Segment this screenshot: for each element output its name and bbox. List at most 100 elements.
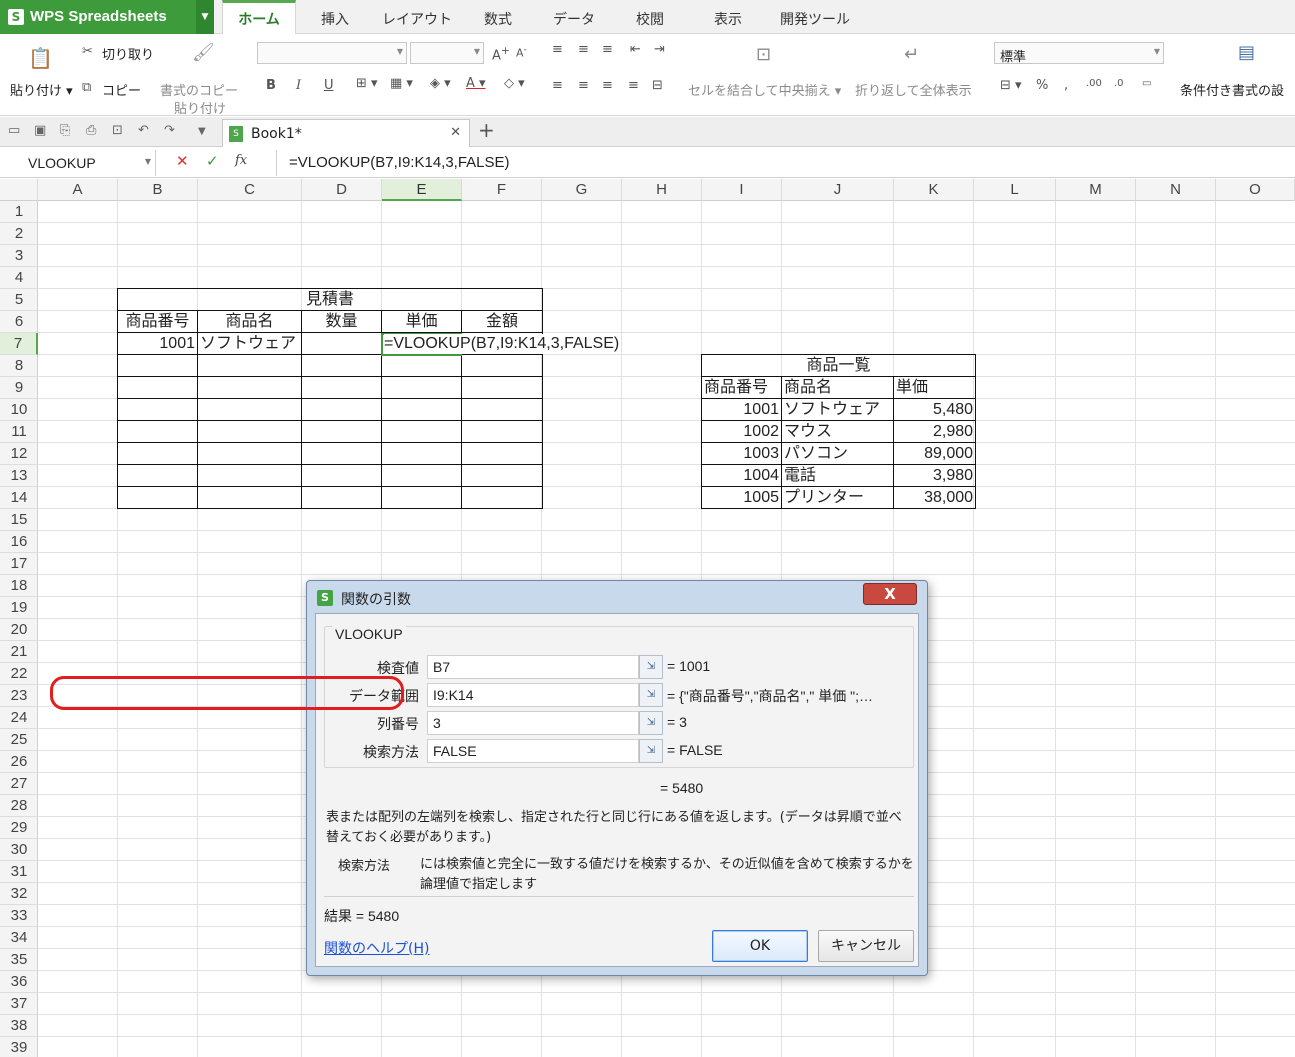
copy-icon[interactable]: ⧉	[82, 80, 91, 95]
dialog-title-bar[interactable]: S 関数の引数 X	[307, 581, 927, 613]
cell[interactable]	[197, 486, 302, 509]
header-cell[interactable]: 数量	[301, 310, 382, 333]
in-cell-formula-editor[interactable]: =VLOOKUP(B7,I9:K14,3,FALSE)	[384, 334, 620, 354]
cell[interactable]	[460, 354, 544, 377]
row-header[interactable]: 10	[0, 399, 38, 421]
range-select-icon[interactable]: ⇲	[639, 711, 663, 735]
comma-icon[interactable]: ,	[1064, 78, 1068, 93]
cell[interactable]	[301, 354, 382, 377]
tab-data[interactable]: データ	[544, 0, 604, 34]
code-cell[interactable]: 1003	[701, 442, 782, 465]
cell[interactable]	[301, 376, 382, 399]
cell[interactable]	[117, 420, 198, 443]
product-code-cell[interactable]: 1001	[117, 332, 198, 355]
product-list-title[interactable]: 商品一覧	[700, 354, 977, 377]
code-cell[interactable]: 1002	[701, 420, 782, 443]
row-header[interactable]: 28	[0, 795, 38, 817]
row-header[interactable]: 35	[0, 949, 38, 971]
cell[interactable]	[117, 354, 198, 377]
code-cell[interactable]: 1005	[701, 486, 782, 509]
wrap-text-button[interactable]: 折り返して全体表示	[855, 80, 972, 99]
row-header[interactable]: 19	[0, 597, 38, 619]
name-cell[interactable]: プリンター	[781, 486, 894, 509]
align-middle-icon[interactable]: ≡	[578, 42, 589, 57]
header-cell[interactable]: 商品名	[781, 376, 894, 399]
format-painter-label-1[interactable]: 書式のコピー	[160, 80, 238, 99]
row-header[interactable]: 34	[0, 927, 38, 949]
cell[interactable]	[117, 464, 198, 487]
row-header[interactable]: 30	[0, 839, 38, 861]
cell[interactable]	[197, 464, 302, 487]
cell[interactable]	[301, 332, 382, 355]
shrink-font-icon[interactable]: A-	[516, 44, 527, 60]
cell[interactable]	[381, 464, 462, 487]
name-cell[interactable]: マウス	[781, 420, 894, 443]
scissors-icon[interactable]: ✂	[82, 44, 93, 59]
cell[interactable]	[381, 354, 462, 377]
row-header[interactable]: 32	[0, 883, 38, 905]
range-select-icon[interactable]: ⇲	[639, 683, 663, 707]
column-header-f[interactable]: F	[462, 179, 542, 201]
tab-book1[interactable]: S Book1* ✕	[222, 119, 470, 147]
column-header-j[interactable]: J	[782, 179, 894, 201]
price-cell[interactable]: 89,000	[892, 442, 977, 465]
cell[interactable]	[197, 376, 302, 399]
dialog-close-button[interactable]: X	[863, 583, 917, 605]
underline-icon[interactable]: U	[324, 78, 334, 93]
conditional-format-icon[interactable]: ▤	[1238, 42, 1255, 63]
column-header-a[interactable]: A	[38, 179, 118, 201]
name-cell[interactable]: ソフトウェア	[781, 398, 894, 421]
column-header-o[interactable]: O	[1216, 179, 1295, 201]
cell[interactable]	[197, 420, 302, 443]
row-header[interactable]: 14	[0, 487, 38, 509]
row-header[interactable]: 31	[0, 861, 38, 883]
row-header[interactable]: 20	[0, 619, 38, 641]
cell[interactable]	[117, 486, 198, 509]
cell[interactable]	[117, 442, 198, 465]
enter-check-icon[interactable]: ✓	[206, 152, 219, 170]
merge-center-button[interactable]: セルを結合して中央揃え ▾	[688, 80, 841, 99]
column-header-h[interactable]: H	[622, 179, 702, 201]
column-header-b[interactable]: B	[118, 179, 198, 201]
header-cell[interactable]: 商品番号	[701, 376, 782, 399]
column-header-c[interactable]: C	[198, 179, 302, 201]
cell[interactable]	[460, 464, 544, 487]
format-painter-label-2[interactable]: 貼り付け	[174, 98, 226, 117]
row-header[interactable]: 16	[0, 531, 38, 553]
arg-input-table-array[interactable]: I9:K14	[427, 683, 639, 707]
row-header[interactable]: 15	[0, 509, 38, 531]
formula-input[interactable]: =VLOOKUP(B7,I9:K14,3,FALSE)	[276, 150, 1295, 176]
tab-formulas[interactable]: 数式	[470, 0, 526, 34]
cell[interactable]	[381, 398, 462, 421]
fx-icon[interactable]: fx	[235, 153, 247, 168]
arg-input-range-lookup[interactable]: FALSE	[427, 739, 639, 763]
price-cell[interactable]: 38,000	[892, 486, 977, 509]
row-header[interactable]: 1	[0, 201, 38, 223]
row-header[interactable]: 36	[0, 971, 38, 993]
header-cell[interactable]: 単価	[381, 310, 462, 333]
select-all-corner[interactable]	[0, 179, 38, 201]
grow-font-icon[interactable]: A+	[492, 44, 510, 63]
column-header-d[interactable]: D	[302, 179, 382, 201]
row-header[interactable]: 38	[0, 1015, 38, 1037]
number-settings-icon[interactable]: ▭	[1142, 78, 1151, 89]
currency-icon[interactable]: ⊟ ▾	[1000, 78, 1022, 93]
cell[interactable]	[381, 376, 462, 399]
cell[interactable]	[460, 398, 544, 421]
column-header-m[interactable]: M	[1056, 179, 1136, 201]
row-header[interactable]: 29	[0, 817, 38, 839]
row-header[interactable]: 6	[0, 311, 38, 333]
preview-icon[interactable]: ⊡	[112, 123, 123, 138]
open-icon[interactable]: ▭	[8, 123, 20, 138]
undo-icon[interactable]: ↶	[138, 123, 149, 138]
fill-color-icon[interactable]: ◈ ▾	[430, 76, 451, 91]
decrease-decimal-icon[interactable]: .0	[1114, 78, 1124, 89]
cell[interactable]	[197, 398, 302, 421]
arg-input-col-index[interactable]: 3	[427, 711, 639, 735]
row-header[interactable]: 26	[0, 751, 38, 773]
range-select-icon[interactable]: ⇲	[639, 739, 663, 763]
export-icon[interactable]: ⎘	[60, 123, 70, 138]
chevron-down-icon[interactable]: ▼	[196, 0, 214, 34]
name-cell[interactable]: 電話	[781, 464, 894, 487]
row-header[interactable]: 4	[0, 267, 38, 289]
